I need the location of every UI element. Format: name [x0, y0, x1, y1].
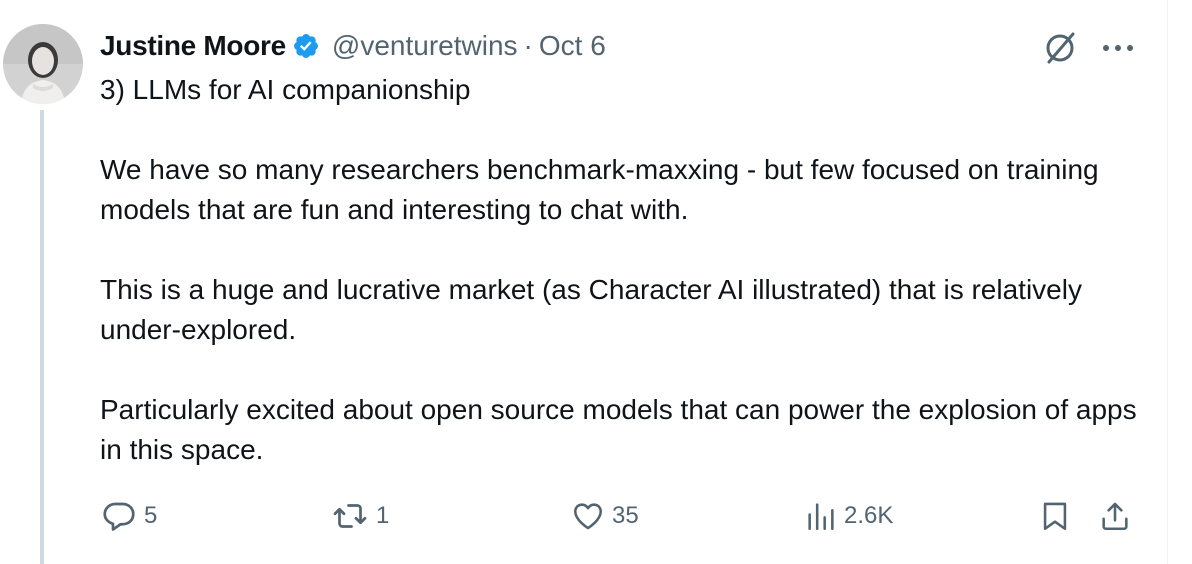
reply-count: 5	[144, 502, 158, 529]
heart-icon	[570, 499, 606, 533]
reply-icon	[100, 498, 138, 534]
views-count: 2.6K	[844, 502, 894, 529]
reply-button[interactable]: 5	[100, 496, 157, 536]
retweet-count: 1	[376, 502, 390, 529]
like-button[interactable]: 35	[570, 496, 639, 536]
tweet-text: 3) LLMs for AI companionship We have so …	[100, 70, 1150, 470]
tweet-card[interactable]: Justine Moore @venturetwins · Oct 6 3) L…	[0, 0, 1192, 564]
verified-badge-icon[interactable]	[292, 32, 320, 60]
tweet-line-1: 3) LLMs for AI companionship	[100, 74, 471, 105]
retweet-button[interactable]: 1	[330, 496, 389, 536]
action-bar: 5 1 35 2.6K	[100, 496, 1140, 536]
tweet-header: Justine Moore @venturetwins · Oct 6	[100, 26, 606, 66]
avatar[interactable]	[3, 24, 83, 104]
views-button[interactable]: 2.6K	[804, 496, 893, 536]
bookmark-icon	[1038, 498, 1072, 534]
thread-line	[40, 110, 44, 564]
author-name[interactable]: Justine Moore	[100, 30, 286, 62]
share-button[interactable]	[1098, 496, 1132, 536]
more-dots-icon[interactable]	[1096, 30, 1140, 66]
bookmark-button[interactable]	[1038, 496, 1072, 536]
grok-icon[interactable]	[1040, 30, 1080, 66]
tweet-date[interactable]: Oct 6	[539, 30, 606, 62]
like-count: 35	[612, 502, 639, 529]
column-border	[1167, 0, 1168, 564]
author-handle[interactable]: @venturetwins	[332, 30, 518, 62]
tweet-paragraph-4: Particularly excited about open source m…	[100, 394, 1137, 465]
retweet-icon	[330, 498, 370, 534]
tweet-paragraph-3: This is a huge and lucrative market (as …	[100, 274, 1082, 345]
header-separator: ·	[523, 30, 533, 61]
share-icon	[1098, 498, 1132, 534]
tweet-paragraph-2: We have so many researchers benchmark-ma…	[100, 154, 1099, 225]
views-chart-icon	[804, 499, 838, 533]
